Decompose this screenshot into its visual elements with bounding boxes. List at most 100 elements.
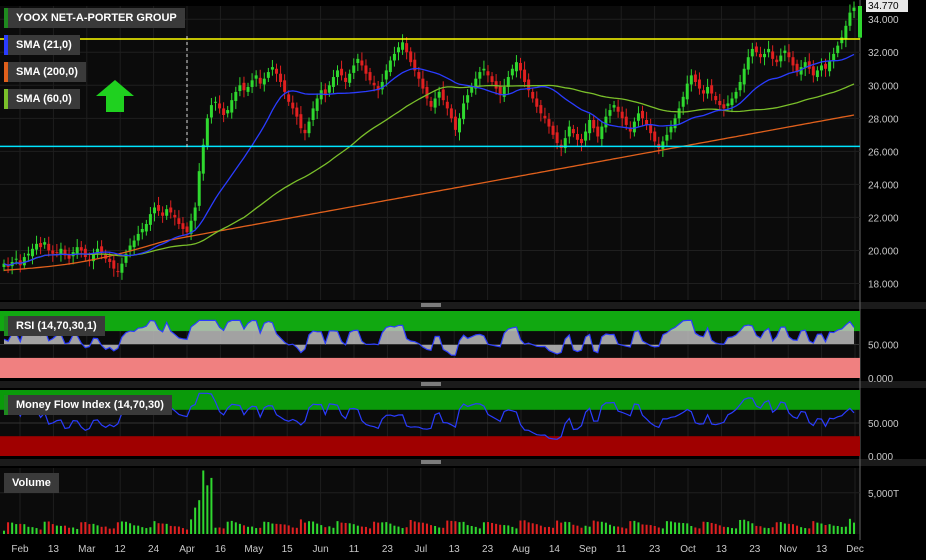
volume-tick-label: 5,000T: [868, 489, 899, 500]
volume-bar: [482, 522, 485, 534]
candle-body: [47, 243, 51, 251]
volume-bar: [442, 527, 445, 534]
candle-body: [344, 77, 348, 82]
volume-bar: [129, 523, 132, 534]
x-tick-label: 13: [816, 544, 828, 555]
volume-bar: [64, 525, 67, 534]
candle-body: [234, 91, 238, 101]
candle-body: [584, 131, 588, 141]
candle-body: [734, 91, 738, 99]
candle-body: [51, 250, 55, 254]
volume-bar: [385, 522, 388, 534]
volume-bar: [722, 526, 725, 534]
volume-panel: [0, 468, 860, 534]
volume-bar: [486, 522, 489, 534]
candle-body: [335, 70, 339, 78]
volume-bar: [421, 522, 424, 534]
x-tick-label: 13: [48, 544, 60, 555]
candle-body: [641, 110, 645, 119]
x-tick-label: 13: [716, 544, 728, 555]
volume-bar: [137, 525, 140, 534]
volume-bar: [59, 525, 62, 534]
volume-bar: [625, 528, 628, 534]
volume-bar: [263, 521, 266, 534]
volume-bar: [686, 523, 689, 534]
candle-body: [209, 105, 213, 118]
volume-bar: [495, 523, 498, 534]
mfi-tick-label: 50.000: [868, 419, 899, 430]
volume-bar: [584, 525, 587, 534]
volume-bar: [348, 523, 351, 534]
volume-label[interactable]: Volume: [4, 473, 59, 493]
last-price-bar: [858, 6, 862, 38]
volume-bar: [832, 525, 835, 534]
candle-body: [258, 77, 262, 84]
rsi-label[interactable]: RSI (14,70,30,1): [4, 316, 105, 336]
candle-body: [653, 131, 657, 142]
candle-body: [307, 121, 311, 134]
volume-bar: [633, 520, 636, 534]
volume-bar: [800, 527, 803, 534]
candle-body: [283, 80, 287, 92]
volume-bar: [251, 526, 254, 534]
volume-bar: [446, 520, 449, 534]
volume-bar: [739, 519, 742, 534]
price-tick-label: 28.000: [868, 114, 899, 125]
x-tick-label: 16: [215, 544, 227, 555]
x-tick-label: 11: [349, 544, 360, 555]
volume-bar: [820, 523, 823, 534]
volume-bar: [72, 527, 75, 534]
x-tick-label: 24: [148, 544, 160, 555]
x-tick-label: 23: [482, 544, 494, 555]
volume-bar: [808, 528, 811, 534]
volume-bar: [710, 522, 713, 534]
candle-body: [181, 223, 185, 229]
volume-bar: [112, 528, 115, 534]
volume-bar: [202, 470, 205, 534]
x-tick-label: May: [244, 544, 263, 555]
volume-bar: [539, 525, 542, 534]
candle-body: [551, 125, 555, 135]
candle-body: [494, 81, 498, 89]
candle-body: [510, 68, 514, 76]
price-tick-label: 26.000: [868, 147, 899, 158]
volume-bar: [694, 527, 697, 534]
candle-body: [270, 67, 274, 70]
volume-bar: [714, 523, 717, 534]
volume-bar: [474, 526, 477, 534]
volume-bar: [145, 528, 148, 534]
candle-body: [608, 110, 612, 116]
candle-body: [222, 108, 226, 116]
volume-bar: [125, 521, 128, 534]
candle-body: [531, 91, 535, 99]
volume-bar: [198, 500, 201, 534]
candle-body: [173, 214, 177, 218]
mfi-label[interactable]: Money Flow Index (14,70,30): [4, 395, 172, 415]
volume-bar: [35, 528, 38, 534]
volume-bar: [816, 522, 819, 534]
x-tick-label: Apr: [179, 544, 195, 555]
legend-sma-60[interactable]: SMA (60,0): [4, 89, 80, 109]
volume-bar: [259, 527, 262, 534]
candle-body: [392, 53, 396, 61]
volume-bar: [238, 523, 241, 534]
volume-bar: [352, 524, 355, 534]
candle-body: [787, 52, 791, 58]
legend-sma-21[interactable]: SMA (21,0): [4, 35, 80, 55]
volume-bar: [299, 519, 302, 534]
volume-bar: [15, 524, 18, 534]
candle-body: [815, 70, 819, 78]
candle-body: [401, 42, 405, 50]
volume-bar: [149, 527, 152, 534]
volume-bar: [779, 522, 782, 534]
candle-body: [811, 66, 815, 76]
candle-body: [665, 134, 669, 141]
legend-sma-200[interactable]: SMA (200,0): [4, 62, 86, 82]
candle-body: [429, 100, 433, 107]
volume-bar: [206, 485, 209, 534]
candle-body: [767, 48, 771, 53]
candle-body: [311, 108, 315, 120]
volume-bar: [751, 523, 754, 534]
candle-body: [673, 118, 677, 129]
candle-body: [112, 260, 116, 269]
